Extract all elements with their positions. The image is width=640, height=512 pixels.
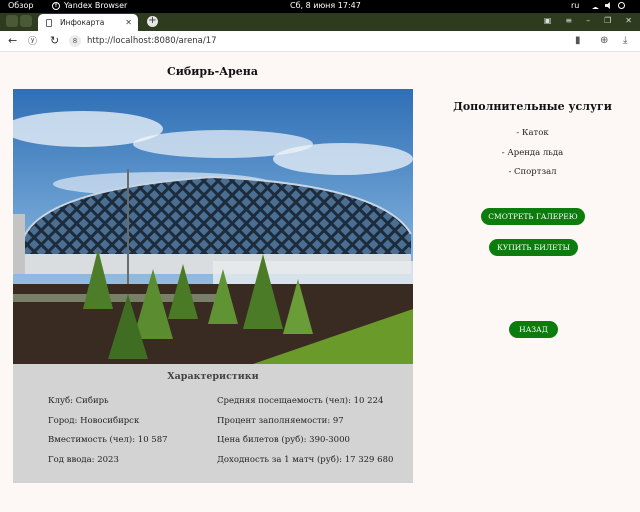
spec-city: Город: Новосибирск bbox=[48, 415, 140, 426]
new-tab-button[interactable]: + bbox=[147, 16, 158, 27]
spec-occupancy: Процент заполняемости: 97 bbox=[217, 415, 344, 426]
site-info-icon[interactable]: 8 bbox=[69, 35, 81, 47]
browser-tab-strip: Инфокарта ✕ + ▣ ≡ – ❐ ✕ bbox=[0, 13, 640, 31]
services-list: - Каток - Аренда льда - Спортзал bbox=[440, 128, 625, 187]
page-title: Сибирь-Арена bbox=[167, 65, 258, 78]
spec-revenue: Доходность за 1 матч (руб): 17 329 680 bbox=[217, 454, 394, 465]
spec-ticket-price: Цена билетов (руб): 390-3000 bbox=[217, 435, 350, 445]
yandex-browser-icon: Y bbox=[52, 1, 60, 10]
specs-panel: Характеристики Клуб: Сибирь Город: Новос… bbox=[13, 364, 413, 483]
service-item: - Каток bbox=[516, 128, 549, 138]
download-icon[interactable]: ⤓ bbox=[623, 35, 627, 46]
back-button[interactable]: НАЗАД bbox=[509, 321, 558, 338]
app-menu[interactable]: Y Yandex Browser bbox=[52, 1, 127, 10]
view-gallery-button[interactable]: СМОТРЕТЬ ГАЛЕРЕЮ bbox=[481, 208, 585, 225]
system-tray[interactable] bbox=[592, 2, 625, 9]
service-item: - Спортзал bbox=[508, 167, 557, 177]
buy-tickets-button[interactable]: КУПИТЬ БИЛЕТЫ bbox=[489, 239, 578, 256]
network-icon[interactable] bbox=[592, 2, 599, 9]
keyboard-layout-indicator[interactable]: ru bbox=[571, 1, 579, 10]
activities-button[interactable]: Обзор bbox=[8, 1, 33, 10]
page-icon bbox=[46, 18, 52, 27]
url-field[interactable]: http://localhost:8080/arena/17 bbox=[87, 36, 217, 46]
spec-year: Год ввода: 2023 bbox=[48, 454, 119, 465]
close-window-icon[interactable]: ✕ bbox=[625, 16, 632, 25]
power-icon[interactable] bbox=[618, 2, 625, 9]
arena-photo bbox=[13, 89, 413, 364]
spec-attendance: Средняя посещаемость (чел): 10 224 bbox=[217, 396, 384, 406]
restore-icon[interactable]: ❐ bbox=[604, 16, 611, 25]
close-tab-icon[interactable]: ✕ bbox=[125, 18, 132, 27]
specs-left-column: Клуб: Сибирь Город: Новосибирск Вместимо… bbox=[48, 396, 168, 474]
bookmark-icon[interactable]: ▮ bbox=[575, 35, 581, 46]
reload-icon[interactable]: ↻ bbox=[50, 35, 59, 47]
app-name: Yandex Browser bbox=[64, 1, 128, 10]
browser-address-bar: ← ⓨ ↻ 8 http://localhost:8080/arena/17 ▮… bbox=[0, 31, 640, 52]
back-arrow-icon[interactable]: ← bbox=[8, 35, 17, 47]
menu-icon[interactable]: ≡ bbox=[565, 16, 572, 25]
system-clock[interactable]: Сб, 8 июня 17:47 bbox=[290, 1, 361, 10]
specs-right-column: Средняя посещаемость (чел): 10 224 Проце… bbox=[217, 396, 393, 474]
spec-club: Клуб: Сибирь bbox=[48, 396, 109, 406]
system-top-bar: Обзор Y Yandex Browser Сб, 8 июня 17:47 … bbox=[0, 0, 640, 13]
service-item: - Аренда льда bbox=[501, 147, 564, 158]
tab-title: Инфокарта bbox=[60, 18, 105, 27]
browser-menu-icon[interactable] bbox=[6, 15, 18, 27]
translate-icon[interactable]: ⊕ bbox=[600, 35, 608, 46]
tabs-dropdown-icon[interactable] bbox=[20, 15, 32, 27]
bookmarks-panel-icon[interactable]: ▣ bbox=[544, 16, 552, 25]
services-title: Дополнительные услуги bbox=[453, 100, 612, 113]
minimize-icon[interactable]: – bbox=[586, 16, 590, 25]
specs-heading: Характеристики bbox=[167, 371, 259, 382]
yandex-shield-icon[interactable]: ⓨ bbox=[28, 36, 37, 48]
arena-image bbox=[13, 89, 413, 364]
spec-capacity: Вместимость (чел): 10 587 bbox=[48, 435, 168, 445]
volume-icon[interactable] bbox=[605, 2, 610, 9]
browser-tab-active[interactable]: Инфокарта ✕ bbox=[38, 14, 138, 31]
